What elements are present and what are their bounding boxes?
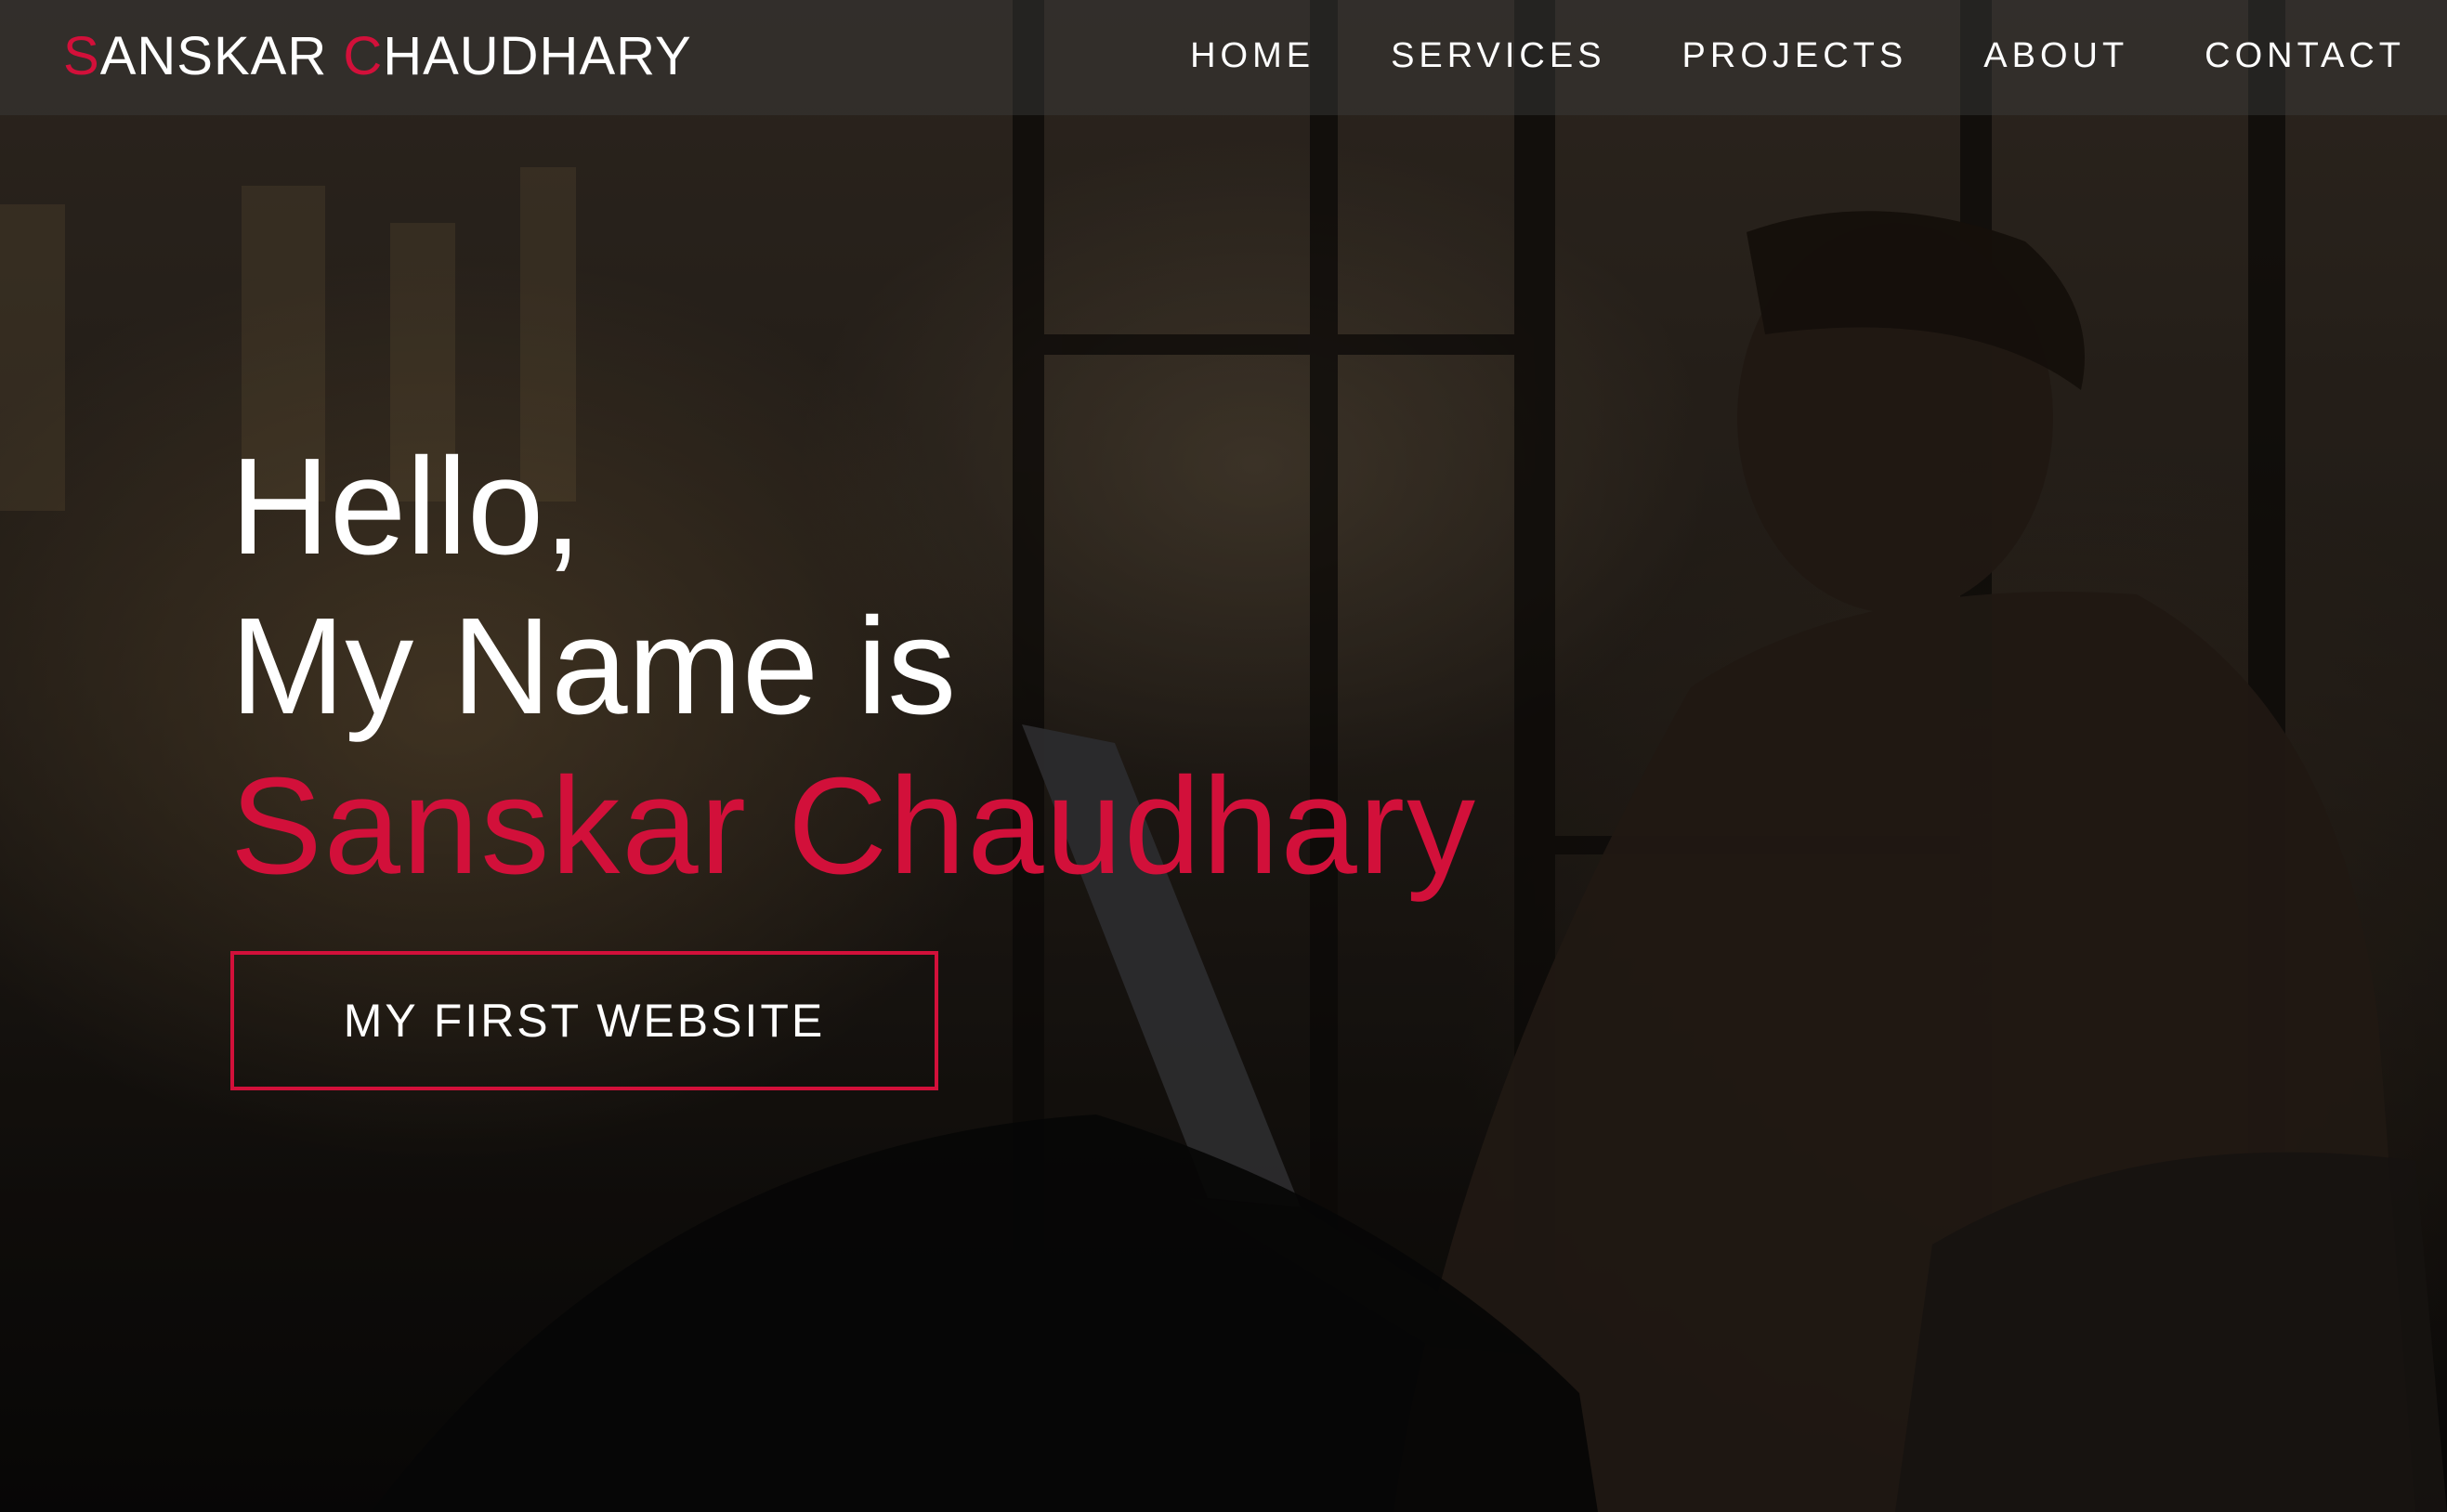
- logo-last-initial: C: [343, 26, 384, 86]
- logo-last-rest: HAUDHARY: [383, 26, 692, 86]
- nav-about[interactable]: ABOUT: [1983, 34, 2128, 77]
- page: SANSKAR CHAUDHARY HOME SERVICES PROJECTS…: [0, 0, 2447, 1512]
- logo-first-rest: ANSKAR: [99, 26, 344, 86]
- site-logo[interactable]: SANSKAR CHAUDHARY: [63, 26, 692, 87]
- logo-first-initial: S: [63, 26, 100, 86]
- nav-home[interactable]: HOME: [1190, 34, 1315, 77]
- hero-greeting: Hello,: [230, 430, 582, 583]
- hero-name: Sanskar Chaudhary: [230, 749, 1478, 903]
- site-header: SANSKAR CHAUDHARY HOME SERVICES PROJECTS…: [0, 0, 2447, 115]
- nav-projects[interactable]: PROJECTS: [1682, 34, 1908, 77]
- nav-services[interactable]: SERVICES: [1391, 34, 1605, 77]
- nav-contact[interactable]: CONTACT: [2205, 34, 2405, 77]
- hero-text: Hello, My Name is Sanskar Chaudhary: [230, 427, 1477, 906]
- hero-intro: My Name is: [230, 590, 957, 743]
- main-nav: HOME SERVICES PROJECTS ABOUT CONTACT: [1114, 34, 2405, 77]
- my-first-website-button[interactable]: MY FIRST WEBSITE: [230, 951, 938, 1090]
